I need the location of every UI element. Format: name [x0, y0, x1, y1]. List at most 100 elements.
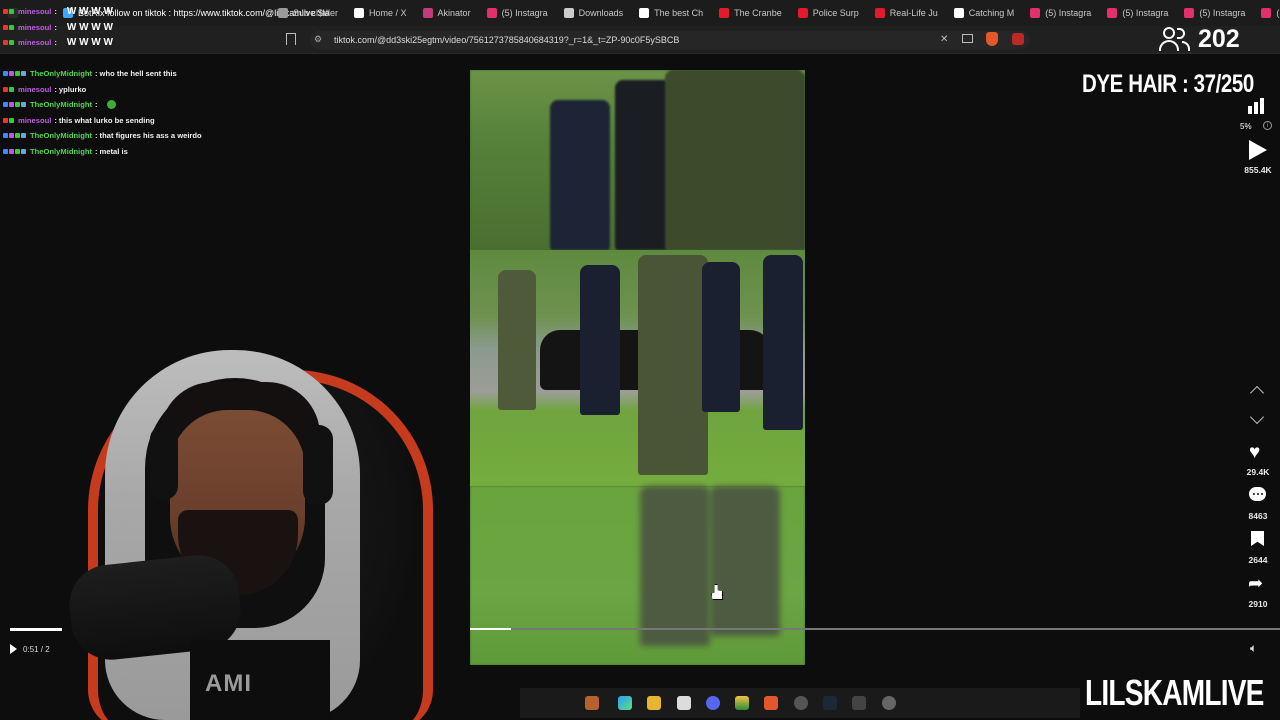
tab-favicon-icon — [719, 8, 730, 18]
tab-label: Real-Life Ju — [889, 8, 938, 18]
chat-username: minesoul — [18, 115, 52, 125]
chevron-down-icon[interactable] — [1249, 409, 1265, 425]
browser-tab[interactable]: (5) Instagra — [1022, 0, 1099, 26]
play-small-icon[interactable] — [10, 644, 17, 654]
badge-icon — [9, 24, 14, 30]
like-icon[interactable]: ♥ — [1249, 443, 1260, 462]
playback-progress — [10, 628, 62, 631]
browser-tab[interactable]: Police Surp — [790, 0, 867, 26]
tab-label: Police Surp — [812, 8, 859, 18]
badge-icon — [21, 148, 26, 154]
chat-username: minesoul — [18, 22, 52, 32]
badge-icon — [15, 148, 20, 154]
tab-favicon-icon — [354, 8, 365, 18]
file-explorer-icon[interactable] — [647, 696, 661, 710]
store-icon[interactable] — [677, 696, 691, 710]
badge-icon — [21, 102, 26, 108]
badge-icon — [3, 9, 8, 15]
browser-tab[interactable]: The Cranbe — [711, 0, 790, 26]
shirt-text: AMI — [205, 670, 252, 697]
streamer-brand: LILSKAMLIVE — [1085, 672, 1264, 713]
browser-tab[interactable]: Catching M — [946, 0, 1023, 26]
browser-tab[interactable]: (5) Inst — [1253, 0, 1280, 26]
share-icon[interactable]: ➦ — [1248, 574, 1263, 592]
taskbar-app-icon[interactable] — [585, 696, 599, 710]
chat-username: minesoul — [18, 7, 52, 17]
badge-icon — [3, 24, 8, 30]
tab-label: Catching M — [968, 8, 1015, 18]
tab-label: Akinator — [437, 8, 471, 18]
stream-frame: { "tabs": [ {"label": "", "color": "#2a2… — [0, 0, 1280, 720]
badge-icon — [15, 133, 20, 139]
volume-level-icon[interactable] — [1248, 98, 1266, 114]
badge-icon — [3, 148, 8, 154]
discord-icon[interactable] — [706, 696, 720, 710]
picture-in-picture-icon[interactable] — [962, 34, 973, 43]
likes-count: 29.4K — [1246, 467, 1270, 477]
browser-tab[interactable]: Real-Life Ju — [867, 0, 946, 26]
saves-count: 2644 — [1248, 555, 1268, 565]
people-icon — [1158, 25, 1192, 53]
browser-tab[interactable]: Downloads — [556, 0, 632, 26]
tab-favicon-icon — [1030, 8, 1041, 18]
browser-tab[interactable]: Akinator — [415, 0, 479, 26]
badge-icon — [3, 117, 8, 123]
edge-icon[interactable] — [618, 696, 632, 710]
bookmark-icon[interactable] — [286, 33, 296, 45]
play-icon[interactable] — [1249, 140, 1267, 160]
chat-message: TheOnlyMidnight : — [0, 97, 260, 113]
tab-favicon-icon — [1184, 8, 1195, 18]
tab-favicon-icon — [639, 8, 650, 18]
shares-count: 2910 — [1248, 599, 1268, 609]
browser-tab[interactable]: Sub challer — [270, 0, 346, 26]
browser-tab[interactable]: The best Ch — [631, 0, 711, 26]
speaker-icon[interactable]: 🔈︎ — [1250, 641, 1257, 656]
chat-badges — [3, 9, 14, 15]
chat-separator: : — [95, 146, 98, 156]
badge-icon — [3, 40, 8, 46]
extension-icon[interactable] — [1012, 33, 1024, 45]
comments-count: 8463 — [1248, 511, 1268, 521]
playback-time[interactable]: 0:51 / 2 — [10, 644, 50, 654]
bookmark-save-icon[interactable] — [1251, 531, 1264, 546]
chat-username: TheOnlyMidnight — [30, 131, 93, 141]
chat-username: minesoul — [18, 38, 52, 48]
viewer-counter: 202 — [1158, 22, 1240, 56]
tab-label: (5) Instagra — [501, 8, 548, 18]
chat-badges — [3, 133, 26, 139]
app-icon-4[interactable] — [882, 696, 896, 710]
badge-icon — [9, 71, 14, 77]
chat-badges — [3, 148, 26, 154]
browser-tab[interactable]: (5) Instagra — [479, 0, 556, 26]
url-field[interactable]: tiktok.com/@dd3ski25egtm/video/756127378… — [310, 31, 1030, 49]
chat-message: TheOnlyMidnight : who the hell sent this — [0, 66, 260, 82]
chat-badges — [3, 40, 14, 46]
brave-taskbar-icon[interactable] — [764, 696, 778, 710]
chevron-up-icon[interactable] — [1249, 385, 1265, 401]
chat-message: TheOnlyMidnight : that figures his ass a… — [0, 128, 260, 144]
tab-label: The Cranbe — [734, 8, 782, 18]
site-info-icon[interactable]: ⚙ — [314, 34, 324, 44]
app-icon-2[interactable] — [794, 696, 808, 710]
chat-emotes: W W W W — [66, 6, 113, 18]
tab-favicon-icon — [422, 8, 433, 18]
chat-message: minesoul : W W W W — [0, 35, 260, 51]
info-icon[interactable]: i — [1263, 121, 1272, 130]
comment-icon[interactable] — [1249, 487, 1266, 501]
chat-separator: : — [54, 38, 57, 48]
brave-shield-icon[interactable] — [986, 32, 998, 46]
tab-favicon-icon — [486, 8, 497, 18]
app-icon-3[interactable] — [852, 696, 866, 710]
video-progress-bar[interactable] — [470, 628, 1280, 630]
steam-icon[interactable] — [823, 696, 837, 710]
chat-message: TheOnlyMidnight : metal is — [0, 144, 260, 160]
chat-username: minesoul — [18, 84, 52, 94]
mute-tab-icon[interactable]: ✕ — [940, 34, 948, 45]
app-icon[interactable] — [735, 696, 749, 710]
chat-badges — [3, 86, 14, 92]
badge-icon — [9, 102, 14, 108]
tab-favicon-icon — [874, 8, 885, 18]
chat-separator: : — [54, 7, 57, 17]
chat-message: minesoul : W W W W — [0, 4, 260, 20]
browser-tab[interactable]: Home / X — [346, 0, 415, 26]
